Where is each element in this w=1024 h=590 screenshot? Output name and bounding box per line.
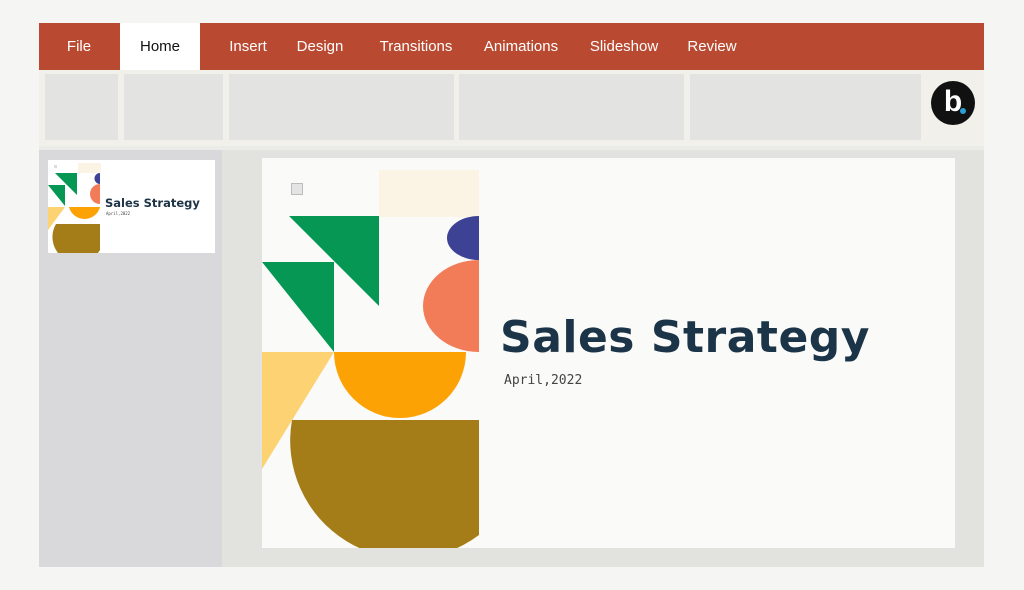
ribbon-group-font[interactable] [229,74,454,140]
slide-thumbnail-1[interactable]: Sales Strategy April,2022 [48,160,215,253]
slide-subtitle-date[interactable]: April,2022 [504,373,582,388]
thumbnail-date: April,2022 [106,211,131,216]
ribbon-tab-bar: File Home Insert Design Transitions Anim… [39,23,984,70]
tab-insert[interactable]: Insert [215,23,281,70]
green-triangle-bottom-shape [262,262,334,352]
slide-thumbnail-panel: Sales Strategy April,2022 [39,150,222,567]
coral-half-circle-shape [423,260,479,352]
tab-animations[interactable]: Animations [476,23,566,70]
brand-logo: b [931,81,975,125]
olive-half-circle-shape [290,420,479,548]
ribbon-group-drawing[interactable] [690,74,921,140]
ribbon-group-slides[interactable] [124,74,223,140]
tab-transitions[interactable]: Transitions [371,23,461,70]
brand-logo-dot [960,108,966,114]
app-window: File Home Insert Design Transitions Anim… [39,23,984,567]
thumbnail-title: Sales Strategy [105,196,200,210]
orange-half-circle-shape [334,352,466,418]
slide-editor-area: Sales Strategy April,2022 [222,150,984,567]
brand-logo-letter: b [943,85,963,118]
tab-slideshow[interactable]: Slideshow [582,23,666,70]
tab-home[interactable]: Home [120,23,200,70]
current-slide[interactable]: Sales Strategy April,2022 [262,158,955,548]
ribbon-toolbar: b [39,70,984,146]
navy-half-circle-shape [447,216,479,260]
slide-title[interactable]: Sales Strategy [500,312,870,363]
ribbon-group-paragraph[interactable] [459,74,684,140]
tab-design[interactable]: Design [286,23,354,70]
tab-review[interactable]: Review [680,23,744,70]
cream-rectangle-shape [379,170,479,217]
tab-file[interactable]: File [39,23,119,70]
ribbon-group-clipboard[interactable] [45,74,118,140]
content-placeholder-icon[interactable] [291,183,303,195]
